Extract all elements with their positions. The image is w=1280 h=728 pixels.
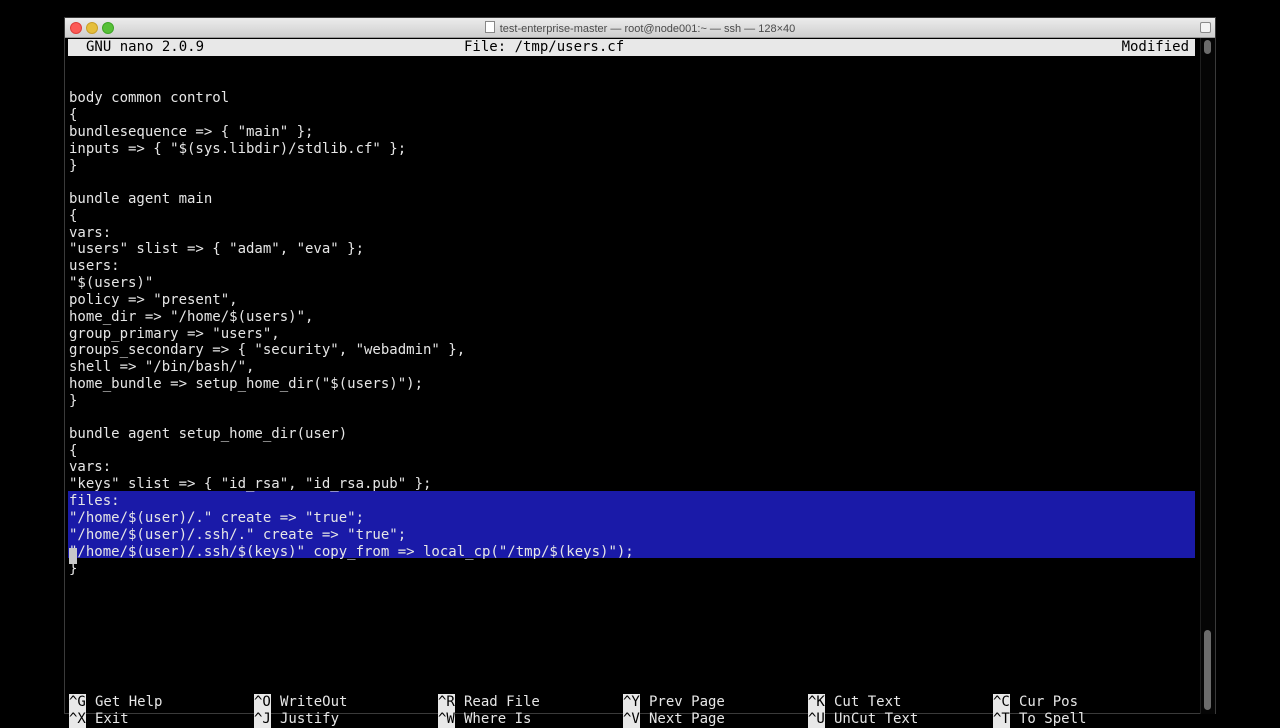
- code-line[interactable]: "/home/$(user)/.ssh/$(keys)" copy_from =…: [69, 544, 634, 561]
- code-line[interactable]: home_dir => "/home/$(users)",: [69, 309, 313, 326]
- terminal-window: test-enterprise-master — root@node001:~ …: [64, 17, 1216, 728]
- nano-version: GNU nano 2.0.9: [86, 39, 205, 55]
- shortcut-key: ^Y: [623, 694, 640, 711]
- code-line[interactable]: {: [69, 107, 77, 124]
- code-line[interactable]: bundlesequence => { "main" };: [69, 124, 313, 141]
- scrollbar-thumb[interactable]: [1204, 630, 1211, 710]
- code-line[interactable]: }: [69, 158, 77, 175]
- window-title: test-enterprise-master — root@node001:~ …: [65, 21, 1215, 35]
- shortcut-label: Read File: [464, 694, 540, 710]
- shortcut-prev-page[interactable]: ^Y Prev Page: [623, 694, 725, 711]
- shortcut-label: Get Help: [95, 694, 163, 710]
- title-bar[interactable]: test-enterprise-master — root@node001:~ …: [65, 18, 1215, 38]
- shortcut-label: Exit: [95, 711, 129, 727]
- code-line[interactable]: group_primary => "users",: [69, 326, 280, 343]
- vertical-scrollbar[interactable]: [1200, 38, 1215, 714]
- code-line[interactable]: "keys" slist => { "id_rsa", "id_rsa.pub"…: [69, 476, 431, 493]
- code-line[interactable]: body common control: [69, 90, 229, 107]
- terminal-content[interactable]: GNU nano 2.0.9 File: /tmp/users.cf Modif…: [68, 38, 1198, 728]
- code-line[interactable]: }: [69, 393, 77, 410]
- code-line[interactable]: bundle agent main: [69, 191, 212, 208]
- code-line[interactable]: vars:: [69, 225, 111, 242]
- shortcut-key: ^R: [438, 694, 455, 711]
- code-line[interactable]: files:: [69, 493, 120, 510]
- code-line[interactable]: "/home/$(user)/." create => "true";: [69, 510, 364, 527]
- shortcut-writeout[interactable]: ^O WriteOut: [254, 694, 347, 711]
- code-line[interactable]: groups_secondary => { "security", "webad…: [69, 342, 465, 359]
- scrollbar-thumb-top[interactable]: [1204, 40, 1211, 54]
- toolbar-toggle-icon[interactable]: [1200, 22, 1211, 33]
- shortcut-label: Justify: [280, 711, 340, 727]
- shortcut-label: UnCut Text: [834, 711, 919, 727]
- shortcut-label: Cur Pos: [1019, 694, 1079, 710]
- shortcut-cut-text[interactable]: ^K Cut Text: [808, 694, 901, 711]
- code-line[interactable]: inputs => { "$(sys.libdir)/stdlib.cf" };: [69, 141, 406, 158]
- shortcut-label: Next Page: [649, 711, 725, 727]
- code-line[interactable]: home_bundle => setup_home_dir("$(users)"…: [69, 376, 423, 393]
- document-icon: [484, 21, 495, 33]
- shortcut-key: ^G: [69, 694, 86, 711]
- shortcut-label: Where Is: [464, 711, 532, 727]
- shortcut-get-help[interactable]: ^G Get Help: [69, 694, 162, 711]
- shortcut-key: ^O: [254, 694, 271, 711]
- code-line[interactable]: shell => "/bin/bash/",: [69, 359, 254, 376]
- code-line[interactable]: "$(users)": [69, 275, 153, 292]
- code-line[interactable]: {: [69, 443, 77, 460]
- shortcut-label: To Spell: [1019, 711, 1087, 727]
- code-line[interactable]: vars:: [69, 459, 111, 476]
- shortcut-cur-pos[interactable]: ^C Cur Pos: [993, 694, 1078, 711]
- shortcut-label: Prev Page: [649, 694, 725, 710]
- text-cursor: [69, 548, 77, 564]
- code-line[interactable]: users:: [69, 258, 120, 275]
- nano-file-name: File: /tmp/users.cf: [464, 39, 625, 55]
- shortcut-read-file[interactable]: ^R Read File: [438, 694, 540, 711]
- code-line[interactable]: bundle agent setup_home_dir(user): [69, 426, 347, 443]
- shortcut-label: Cut Text: [834, 694, 902, 710]
- code-line[interactable]: "/home/$(user)/.ssh/." create => "true";: [69, 527, 406, 544]
- code-line[interactable]: policy => "present",: [69, 292, 238, 309]
- shortcut-key: ^K: [808, 694, 825, 711]
- nano-modified-status: Modified: [1121, 39, 1189, 55]
- code-line[interactable]: {: [69, 208, 77, 225]
- code-line[interactable]: "users" slist => { "adam", "eva" };: [69, 241, 364, 258]
- shortcut-key: ^C: [993, 694, 1010, 711]
- shortcut-label: WriteOut: [280, 694, 348, 710]
- nano-header-bar: GNU nano 2.0.9 File: /tmp/users.cf Modif…: [68, 39, 1195, 56]
- window-title-text: test-enterprise-master — root@node001:~ …: [499, 23, 796, 35]
